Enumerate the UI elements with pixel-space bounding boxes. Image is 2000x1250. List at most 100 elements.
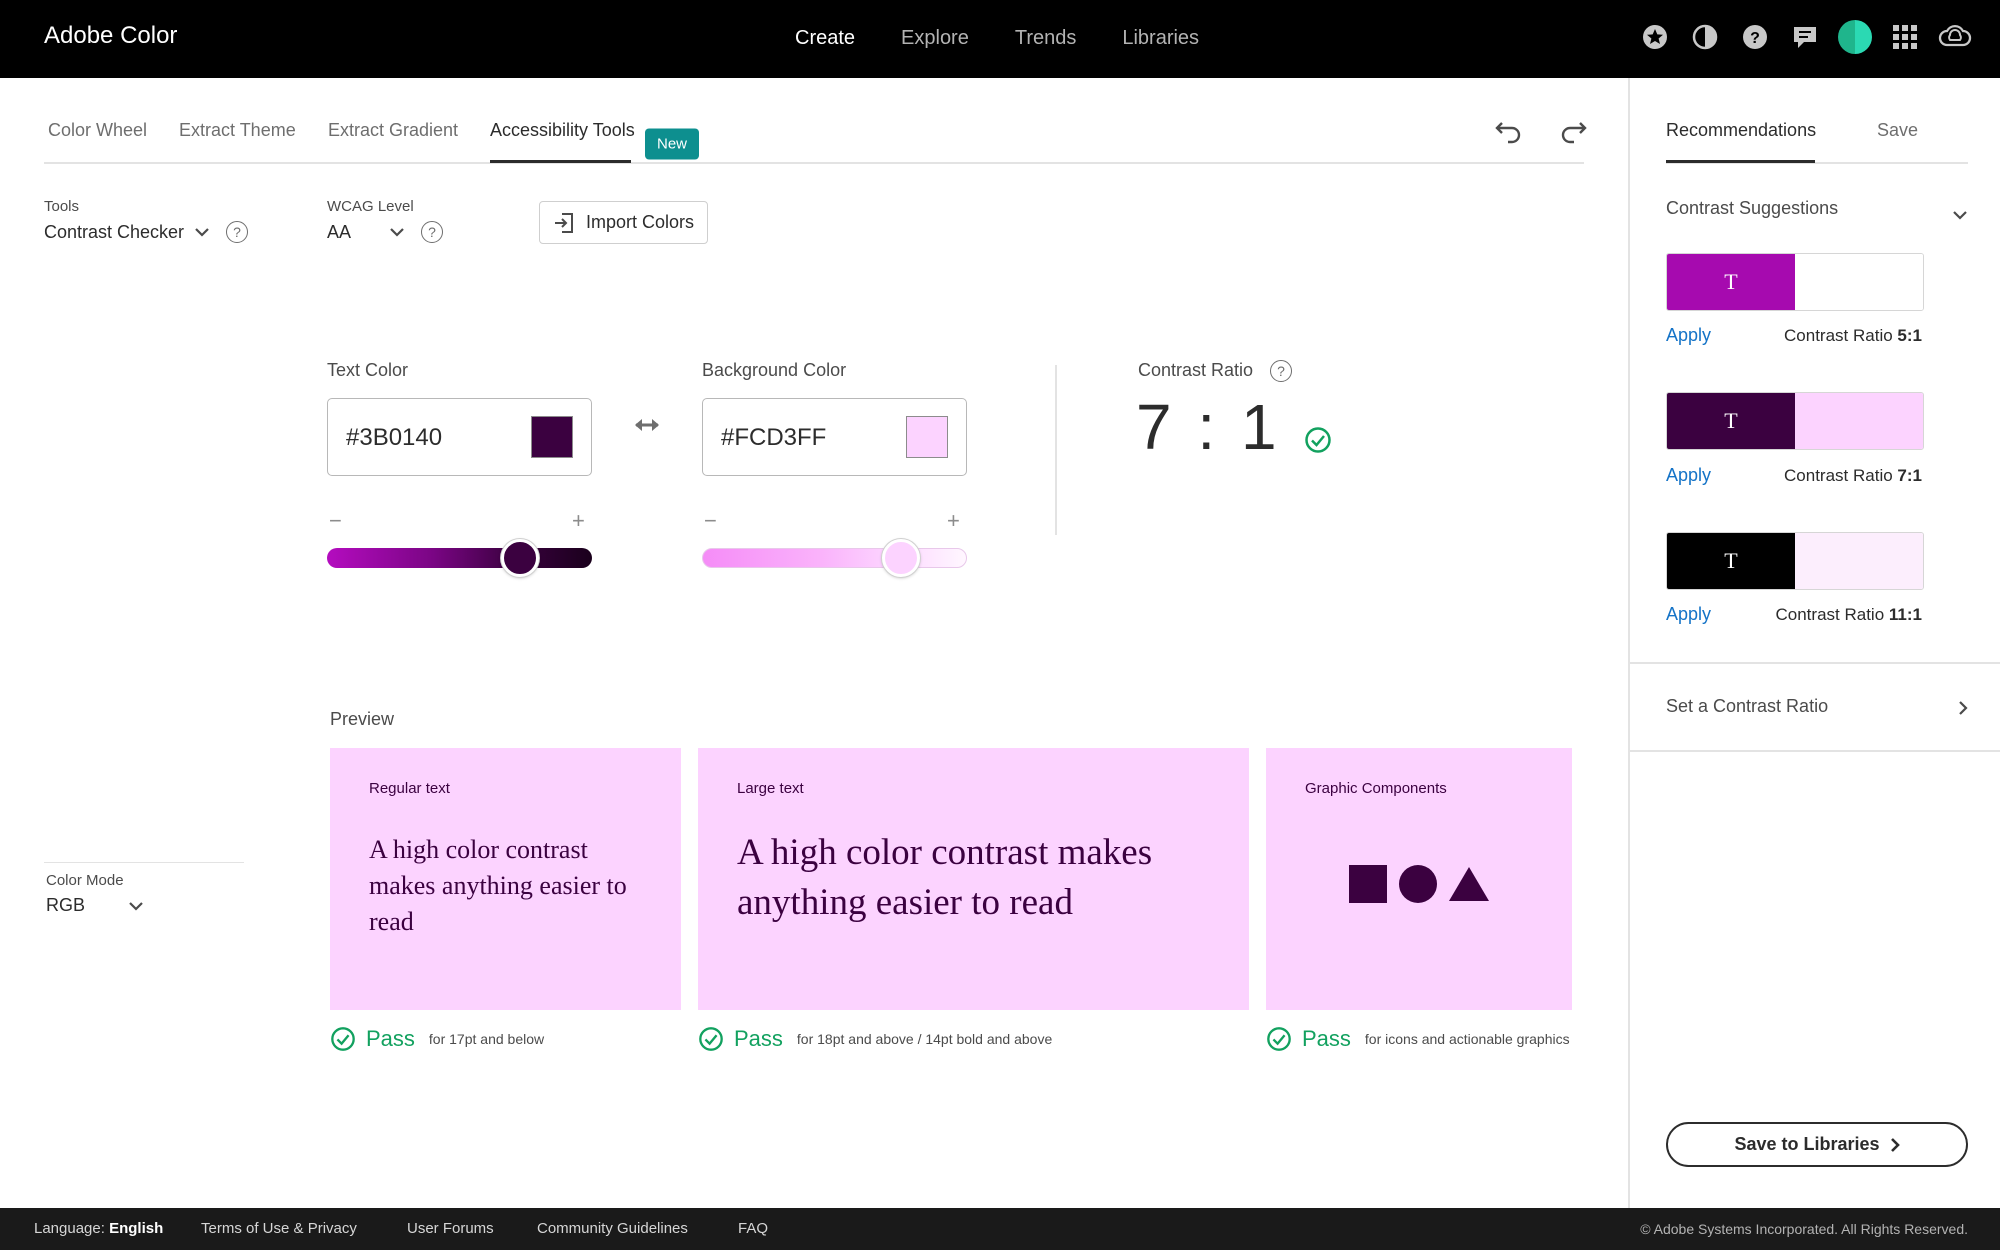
background-color-increase[interactable]: +: [947, 508, 960, 534]
suggestion-text-sample: T: [1667, 393, 1795, 449]
background-color-label: Background Color: [702, 360, 847, 380]
text-color-hex: #3B0140: [346, 424, 443, 451]
creative-cloud-icon[interactable]: [1938, 20, 1972, 54]
top-nav: Create Explore Trends Libraries: [795, 27, 1245, 50]
tab-accessibility-tools[interactable]: Accessibility Tools: [490, 120, 635, 141]
tools-label: Tools: [44, 198, 80, 215]
feedback-icon[interactable]: [1788, 20, 1822, 54]
nav-libraries[interactable]: Libraries: [1122, 27, 1199, 50]
pass-regular: Pass for 17pt and below: [330, 1026, 544, 1052]
wcag-label: WCAG Level: [327, 198, 414, 215]
suggestion-ratio: Contrast Ratio 7:1: [1784, 466, 1922, 486]
language-label: Language:: [34, 1220, 105, 1237]
undo-icon[interactable]: [1494, 118, 1528, 148]
suggestion-bg-sample: [1795, 254, 1923, 310]
footer-link-terms[interactable]: Terms of Use & Privacy: [201, 1220, 357, 1237]
help-circle-icon[interactable]: ?: [421, 221, 443, 243]
triangle-icon: [1449, 867, 1489, 901]
contrast-icon[interactable]: [1688, 20, 1722, 54]
ratio-value: 11:1: [1888, 605, 1922, 624]
star-icon[interactable]: [1638, 20, 1672, 54]
text-color-field[interactable]: #3B0140: [327, 398, 592, 476]
swap-arrows-icon[interactable]: [632, 414, 662, 436]
pass-label: Pass: [734, 1026, 783, 1051]
nav-explore[interactable]: Explore: [901, 27, 969, 50]
chevron-right-icon: [1890, 1137, 1900, 1153]
redo-icon[interactable]: [1558, 118, 1592, 148]
language-selector[interactable]: Language: English: [34, 1220, 163, 1237]
chevron-down-icon: [389, 227, 405, 237]
suggestion-text-sample: T: [1667, 533, 1795, 589]
wcag-selector: WCAG Level AA ?: [327, 198, 443, 243]
color-mode-dropdown[interactable]: RGB: [46, 895, 244, 916]
help-icon[interactable]: ?: [1738, 20, 1772, 54]
suggestion-text-sample: T: [1667, 254, 1795, 310]
nav-trends[interactable]: Trends: [1015, 27, 1077, 50]
help-circle-icon[interactable]: ?: [226, 221, 249, 243]
suggestion-bg-sample: [1795, 393, 1923, 449]
active-tab-indicator: [1666, 160, 1815, 163]
color-mode-value: RGB: [46, 895, 86, 915]
active-tab-indicator: [490, 160, 631, 163]
save-to-libraries-button[interactable]: Save to Libraries: [1666, 1122, 1968, 1167]
suggestion-swatch[interactable]: T: [1666, 253, 1924, 311]
brand-logo[interactable]: Adobe Color: [44, 22, 177, 50]
apps-grid-icon[interactable]: [1888, 20, 1922, 54]
nav-create[interactable]: Create: [795, 27, 855, 50]
background-color-field[interactable]: #FCD3FF: [702, 398, 967, 476]
help-circle-icon[interactable]: ?: [1270, 360, 1293, 383]
tab-save[interactable]: Save: [1877, 120, 1918, 141]
background-color-swatch[interactable]: [906, 416, 948, 458]
color-mode-label: Color Mode: [46, 872, 124, 889]
suggestion-bg-sample: [1795, 533, 1923, 589]
language-value: English: [109, 1220, 164, 1237]
avatar[interactable]: [1838, 20, 1872, 54]
preview-regular-text-card: Regular text A high color contrast makes…: [330, 748, 681, 1010]
footer-link-guidelines[interactable]: Community Guidelines: [537, 1220, 688, 1237]
pass-graphic: Pass for icons and actionable graphics: [1266, 1026, 1570, 1052]
tab-extract-gradient[interactable]: Extract Gradient: [328, 120, 458, 141]
text-color-slider-knob[interactable]: [501, 539, 540, 577]
apply-button[interactable]: Apply: [1666, 604, 1711, 625]
pass-note: for 18pt and above / 14pt bold and above: [796, 1031, 1053, 1047]
tools-dropdown[interactable]: Contrast Checker ?: [44, 221, 249, 243]
preview-regular-text: A high color contrast makes anything eas…: [369, 835, 627, 936]
tab-color-wheel[interactable]: Color Wheel: [48, 120, 147, 141]
save-to-libraries-label: Save to Libraries: [1734, 1134, 1880, 1154]
background-color-slider-knob[interactable]: [881, 539, 920, 577]
import-colors-label: Import Colors: [586, 212, 695, 232]
text-color-swatch[interactable]: [531, 416, 573, 458]
text-color-decrease[interactable]: −: [329, 508, 342, 534]
pass-note: for 17pt and below: [428, 1031, 545, 1047]
pass-large: Pass for 18pt and above / 14pt bold and …: [698, 1026, 1052, 1052]
footer: Language: English Terms of Use & Privacy…: [0, 1208, 2000, 1250]
background-color-decrease[interactable]: −: [704, 508, 717, 534]
top-icons: ?: [1622, 20, 1972, 54]
suggestion-swatch[interactable]: T: [1666, 532, 1924, 590]
set-contrast-ratio-row[interactable]: Set a Contrast Ratio: [1630, 662, 2000, 752]
footer-link-faq[interactable]: FAQ: [738, 1220, 768, 1237]
footer-link-forums[interactable]: User Forums: [407, 1220, 494, 1237]
import-colors-button[interactable]: Import Colors: [539, 201, 708, 244]
apply-button[interactable]: Apply: [1666, 465, 1711, 486]
contrast-suggestions-header[interactable]: Contrast Suggestions: [1666, 198, 1968, 220]
check-circle-icon: [1267, 1027, 1291, 1051]
suggestion-swatch[interactable]: T: [1666, 392, 1924, 450]
chevron-down-icon: [194, 227, 210, 237]
text-color-slider[interactable]: [327, 548, 592, 568]
chevron-down-icon: [128, 901, 144, 911]
circle-icon: [1399, 865, 1437, 903]
contrast-ratio-label-text: Contrast Ratio: [1138, 360, 1254, 380]
check-circle-icon: [1304, 395, 1332, 469]
tab-extract-theme[interactable]: Extract Theme: [179, 120, 296, 141]
text-color-increase[interactable]: +: [572, 508, 585, 534]
pass-label: Pass: [1302, 1026, 1351, 1051]
background-color-slider[interactable]: [702, 548, 967, 568]
apply-button[interactable]: Apply: [1666, 325, 1711, 346]
set-contrast-ratio-label: Set a Contrast Ratio: [1666, 696, 1829, 716]
divider: [1055, 365, 1057, 535]
wcag-dropdown[interactable]: AA ?: [327, 221, 443, 243]
ratio-value: 5:1: [1897, 326, 1922, 345]
tab-recommendations[interactable]: Recommendations: [1666, 120, 1816, 141]
main-area: Color Wheel Extract Theme Extract Gradie…: [0, 78, 1628, 1208]
